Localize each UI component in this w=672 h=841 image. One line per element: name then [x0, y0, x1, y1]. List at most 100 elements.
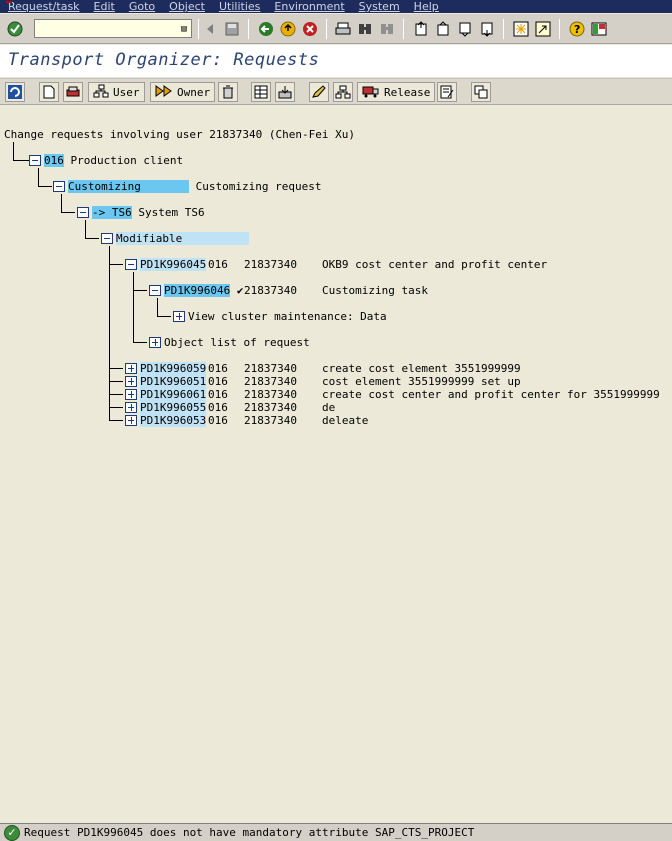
request-client: 016	[208, 258, 228, 271]
expanded-folder-icon[interactable]	[53, 181, 65, 192]
expanded-folder-icon[interactable]	[29, 155, 41, 166]
menu-utilities[interactable]: Utilities	[219, 0, 260, 13]
menu-goto[interactable]: Goto	[129, 0, 155, 13]
request-id[interactable]: PD1K996061	[140, 388, 207, 401]
request-row[interactable]: PD1K996061	[125, 388, 207, 401]
client-id[interactable]: 016	[44, 154, 64, 167]
request-text: create cost element 3551999999	[322, 362, 521, 375]
help-icon[interactable]: ?	[567, 19, 587, 39]
menu-edit[interactable]: Edit	[94, 0, 115, 13]
import-icon[interactable]	[275, 82, 295, 102]
tree-connector	[109, 381, 123, 382]
object-list-row[interactable]: Object list of request	[149, 336, 310, 349]
expanded-folder-icon[interactable]	[77, 207, 89, 218]
owner-arrows-icon	[155, 84, 173, 101]
state-label[interactable]: Modifiable	[116, 232, 249, 245]
tree-connector	[109, 368, 123, 369]
command-history-icon[interactable]: ▤	[178, 21, 190, 36]
category-name[interactable]: Customizing	[68, 180, 189, 193]
previous-page-icon[interactable]	[433, 19, 453, 39]
command-input[interactable]	[35, 20, 175, 37]
tree-node-client[interactable]: 016 Production client	[29, 154, 183, 167]
release-button-label: Release	[384, 85, 431, 99]
status-message[interactable]: Request PD1K996045 does not have mandato…	[24, 826, 474, 839]
toolbar-divider	[503, 19, 504, 39]
tree-node-state[interactable]: Modifiable	[101, 232, 249, 245]
customize-layout-icon[interactable]	[589, 19, 609, 39]
menu-system[interactable]: System	[359, 0, 400, 13]
collapsed-folder-icon[interactable]	[125, 389, 137, 400]
menu-environment[interactable]: Environment	[274, 0, 344, 13]
enter-icon[interactable]	[5, 19, 25, 39]
next-page-icon[interactable]	[455, 19, 475, 39]
shortcut-icon[interactable]	[533, 19, 553, 39]
system-id[interactable]: -> TS6	[92, 206, 132, 219]
display-table-icon[interactable]	[251, 82, 271, 102]
collapsed-folder-icon[interactable]	[173, 311, 185, 322]
release-button[interactable]: Release	[357, 82, 436, 102]
task-row[interactable]: PD1K996046 ✔	[149, 284, 243, 297]
exit-icon[interactable]	[278, 19, 298, 39]
request-client: 016	[208, 388, 228, 401]
collapsed-folder-icon[interactable]	[125, 376, 137, 387]
menu-object[interactable]: Object	[169, 0, 205, 13]
collapsed-folder-icon[interactable]	[149, 337, 161, 348]
tree-connector	[133, 272, 134, 342]
expanded-folder-icon[interactable]	[149, 285, 161, 296]
last-page-icon[interactable]	[477, 19, 497, 39]
first-page-icon[interactable]	[411, 19, 431, 39]
print-icon[interactable]	[333, 19, 353, 39]
request-tree: Change requests involving user 21837340 …	[0, 106, 672, 822]
task-id[interactable]: PD1K996046	[164, 284, 231, 297]
command-field[interactable]: ▤	[34, 19, 192, 38]
create-session-icon[interactable]	[511, 19, 531, 39]
request-row[interactable]: PD1K996051	[125, 375, 207, 388]
request-id[interactable]: PD1K996045	[140, 258, 207, 271]
menu-help[interactable]: Help	[414, 0, 439, 13]
task-object-row[interactable]: View cluster maintenance: Data	[173, 310, 387, 323]
request-user: 21837340	[244, 362, 297, 375]
change-pencil-icon[interactable]	[309, 82, 329, 102]
find-icon[interactable]	[355, 19, 375, 39]
tree-connector	[109, 264, 123, 265]
request-user: 21837340	[244, 401, 297, 414]
collapsed-folder-icon[interactable]	[125, 363, 137, 374]
tree-connector	[109, 394, 123, 395]
request-user: 21837340	[244, 414, 297, 427]
expanded-folder-icon[interactable]	[101, 233, 113, 244]
documentation-icon[interactable]	[437, 82, 457, 102]
expanded-folder-icon[interactable]	[125, 259, 137, 270]
hierarchy-icon[interactable]	[333, 82, 353, 102]
request-row-open[interactable]: PD1K996045	[125, 258, 207, 271]
back-icon[interactable]	[256, 19, 276, 39]
request-id[interactable]: PD1K996051	[140, 375, 207, 388]
collapsed-folder-icon[interactable]	[125, 415, 137, 426]
refresh-icon[interactable]	[5, 82, 25, 102]
request-row[interactable]: PD1K996059	[125, 362, 207, 375]
tree-connector	[13, 142, 14, 160]
request-row[interactable]: PD1K996053	[125, 414, 207, 427]
find-next-icon[interactable]	[377, 19, 397, 39]
request-id[interactable]: PD1K996059	[140, 362, 207, 375]
cancel-icon[interactable]	[300, 19, 320, 39]
user-button[interactable]: User	[88, 82, 145, 102]
trash-icon[interactable]	[218, 82, 238, 102]
delete-request-icon[interactable]	[63, 82, 83, 102]
create-icon[interactable]	[39, 82, 59, 102]
request-row[interactable]: PD1K996055	[125, 401, 207, 414]
back-arrow-icon[interactable]	[200, 19, 220, 39]
tree-node-category[interactable]: Customizing Customizing request	[53, 180, 321, 193]
request-id[interactable]: PD1K996055	[140, 401, 207, 414]
collapsed-folder-icon[interactable]	[125, 402, 137, 413]
save-icon[interactable]	[222, 19, 242, 39]
request-id[interactable]: PD1K996053	[140, 414, 207, 427]
overview-icon[interactable]	[471, 82, 491, 102]
owner-button[interactable]: Owner	[150, 82, 216, 102]
user-button-label: User	[113, 85, 140, 99]
tree-node-system[interactable]: -> TS6 System TS6	[77, 206, 205, 219]
menu-request-task[interactable]: Request/task	[8, 0, 80, 13]
category-label: Customizing request	[195, 180, 322, 193]
